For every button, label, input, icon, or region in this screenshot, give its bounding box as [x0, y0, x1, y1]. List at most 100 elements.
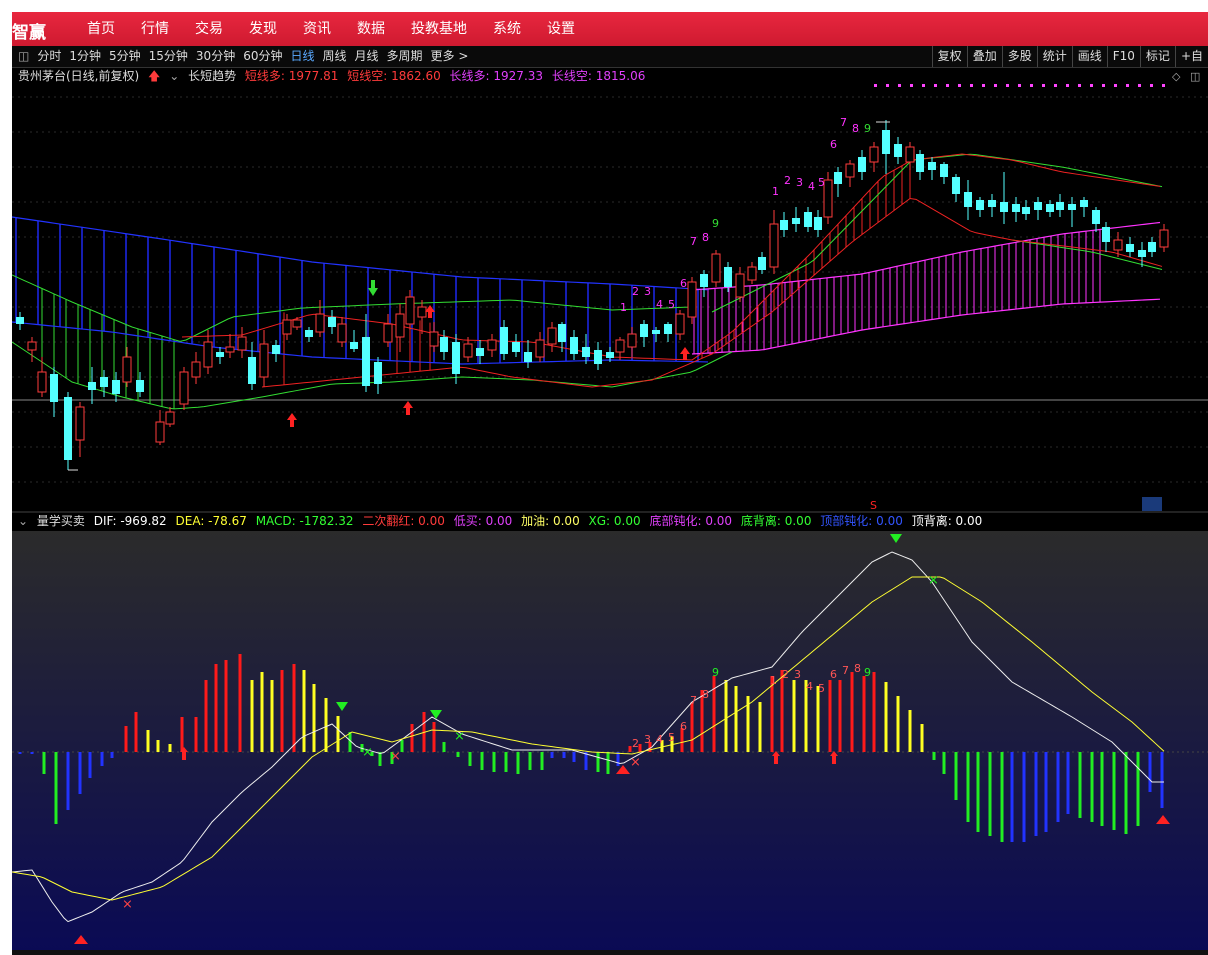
macd-bar: [280, 670, 284, 752]
candle-body: [122, 356, 132, 383]
macd-count-number: 5: [668, 731, 675, 744]
dotted-marker: [1090, 84, 1093, 87]
macd-count-number: 2: [632, 737, 639, 750]
count-number: 2: [632, 285, 639, 298]
candle-body: [248, 357, 256, 384]
candle-body: [27, 341, 37, 351]
candle-body: [747, 266, 757, 281]
candle-body: [814, 217, 822, 230]
candle-body: [1092, 210, 1100, 224]
candle-body: [88, 382, 96, 390]
macd-bar: [302, 670, 306, 752]
count-number: 7: [840, 116, 847, 129]
count-number: 4: [656, 298, 663, 311]
macd-bar: [42, 752, 46, 774]
red-up-arrow-icon: [287, 413, 297, 427]
count-number: 9: [712, 217, 719, 230]
candle-body: [272, 345, 280, 354]
candle-body: [155, 421, 165, 443]
macd-count-number: 6: [680, 720, 687, 733]
macd-bar: [468, 752, 472, 766]
macd-count-number: 2: [782, 668, 789, 681]
macd-count-number: 4: [656, 733, 663, 746]
candle-body: [882, 130, 890, 154]
macd-count-number: 3: [794, 668, 801, 681]
candle-body: [216, 352, 224, 357]
macd-bar: [908, 710, 912, 752]
macd-bar: [1090, 752, 1094, 822]
macd-bar: [88, 752, 92, 778]
macd-bar: [896, 696, 900, 752]
dotted-marker: [1006, 84, 1009, 87]
candle-body: [179, 371, 189, 405]
candle-body: [804, 212, 812, 227]
candle-body: [1056, 202, 1064, 210]
candle-body: [1138, 250, 1146, 257]
count-number: 7: [690, 235, 697, 248]
candle-body: [259, 343, 269, 378]
macd-bar: [100, 752, 104, 766]
dotted-marker: [874, 84, 877, 87]
candle-body: [203, 341, 213, 368]
macd-bar: [1160, 752, 1164, 808]
candle-body: [191, 361, 201, 378]
macd-bar: [562, 752, 566, 758]
macd-bar: [292, 664, 296, 752]
macd-bar: [168, 744, 172, 752]
macd-count-number: 6: [830, 668, 837, 681]
macd-bar: [146, 730, 150, 752]
macd-bar: [528, 752, 532, 770]
macd-bar: [550, 752, 554, 758]
macd-bar: [712, 676, 716, 752]
candle-body: [315, 313, 325, 333]
candle-body: [858, 157, 866, 172]
macd-bar: [410, 724, 414, 752]
macd-bar: [988, 752, 992, 836]
candle-body: [792, 218, 800, 224]
candle-body: [976, 200, 984, 210]
macd-bar: [792, 680, 796, 752]
macd-bar: [606, 752, 610, 774]
dotted-marker: [898, 84, 901, 87]
macd-count-number: 3: [644, 733, 651, 746]
macd-bar: [734, 686, 738, 752]
candle-body: [100, 377, 108, 387]
macd-bar: [250, 680, 254, 752]
diamond-icon: ◇: [1172, 70, 1181, 83]
long-short-upper-line: [12, 216, 709, 291]
cai-badge-bg: [1142, 497, 1162, 511]
macd-bar: [572, 752, 576, 762]
dotted-marker: [1078, 84, 1081, 87]
candle-body: [292, 319, 302, 328]
candle-body: [476, 348, 484, 356]
macd-bar: [456, 752, 460, 757]
count-number: 6: [680, 277, 687, 290]
chart-canvas[interactable]: 12 34 567 8912 3 4 567 8 9S◇ ◫⨯⨯ ⨯⨯⨯⨯2 3 4 567 891 2 34 5…: [12, 12, 1208, 955]
candle-body: [383, 323, 393, 343]
candle-body: [687, 281, 697, 318]
dotted-marker: [982, 84, 985, 87]
macd-bar: [134, 712, 138, 752]
macd-bar: [78, 752, 82, 794]
dotted-marker: [1150, 84, 1153, 87]
macd-bar: [324, 698, 328, 752]
macd-bar: [872, 672, 876, 752]
candle-body: [724, 267, 732, 287]
macd-bar: [780, 670, 784, 752]
macd-bar: [442, 742, 446, 752]
macd-bar: [850, 672, 854, 752]
count-number: 5: [668, 298, 675, 311]
candle-body: [1102, 227, 1110, 242]
candle-body: [1126, 244, 1134, 252]
macd-bar: [758, 702, 762, 752]
macd-bar: [432, 722, 436, 752]
macd-bar: [378, 752, 382, 766]
candle-body: [905, 146, 915, 163]
s-marker: S: [870, 499, 877, 512]
candle-body: [362, 337, 370, 386]
macd-count-number: 5: [818, 682, 825, 695]
candle-body: [940, 164, 948, 177]
macd-bar: [214, 664, 218, 752]
count-number: 3: [796, 176, 803, 189]
candle-body: [780, 220, 788, 230]
